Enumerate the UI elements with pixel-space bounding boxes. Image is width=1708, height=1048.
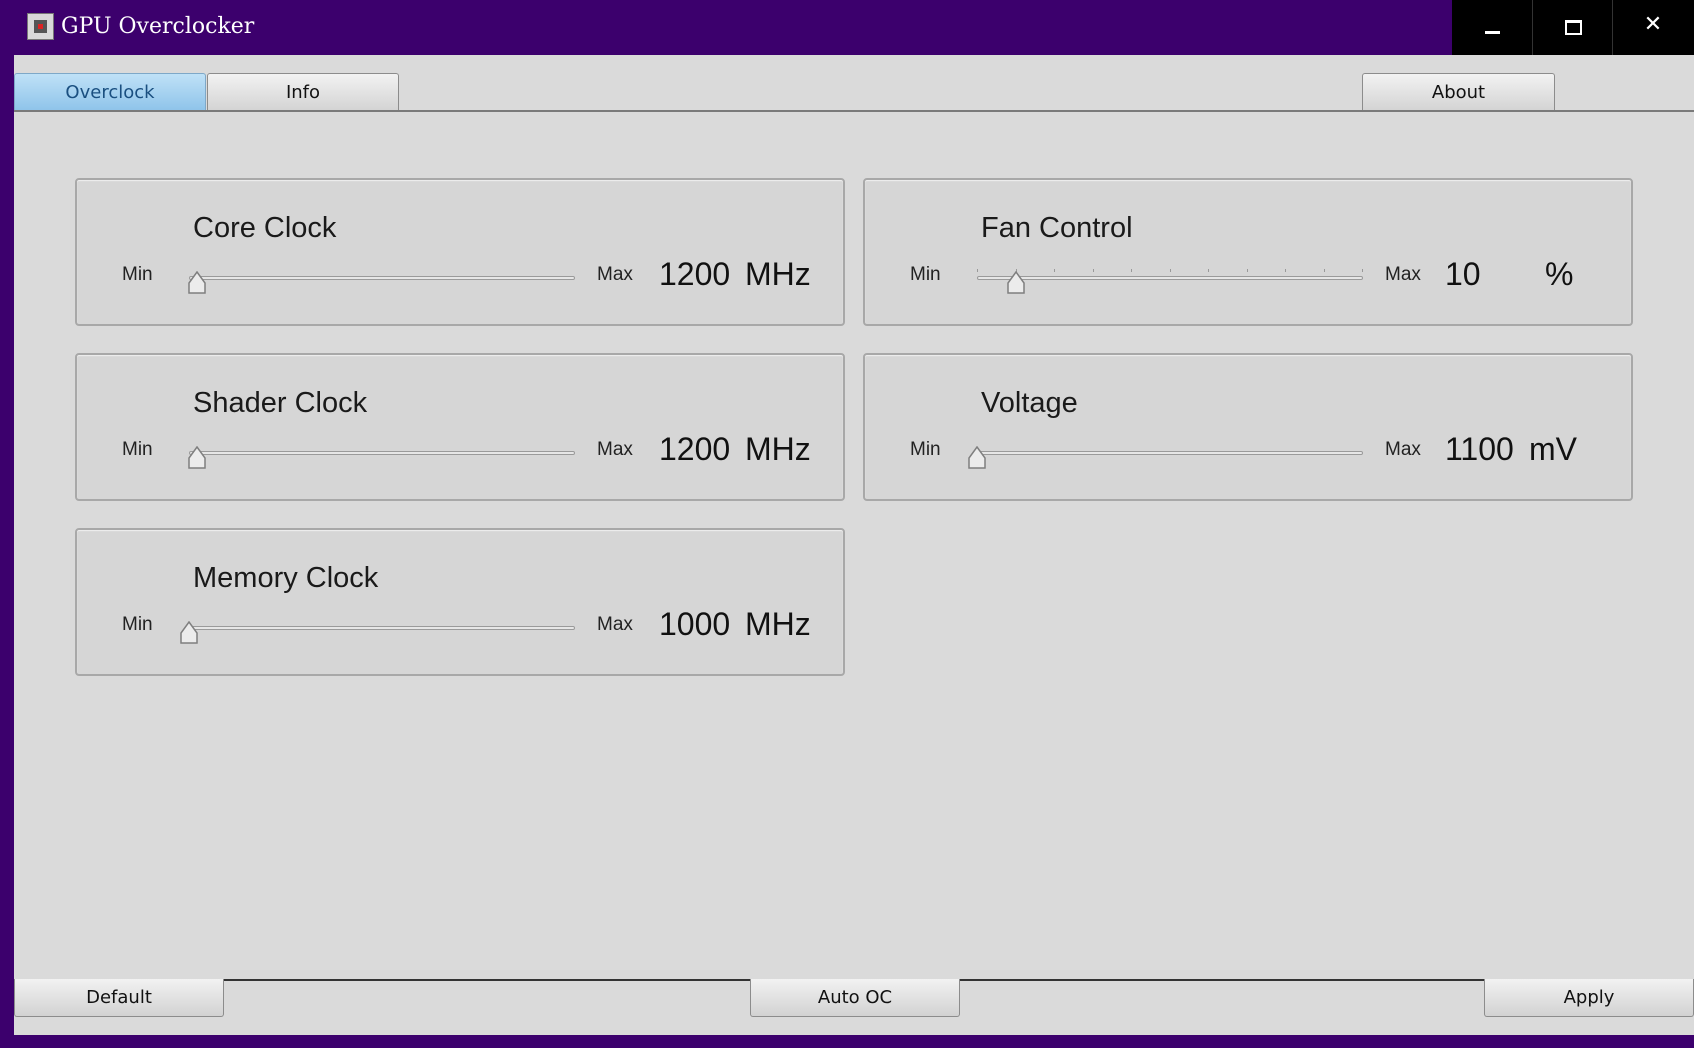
auto-oc-button[interactable]: Auto OC: [750, 979, 960, 1017]
min-label: Min: [910, 264, 941, 285]
window-frame-edge: [1694, 0, 1708, 1048]
slider-track[interactable]: [977, 276, 1363, 280]
minimize-button[interactable]: [1452, 0, 1532, 55]
close-icon: ✕: [1643, 12, 1663, 37]
unit-label: MHz: [745, 256, 811, 292]
slider-ticks: [977, 269, 1363, 273]
title-bar[interactable]: GPU Overclocker ✕: [0, 0, 1708, 55]
panel-voltage: Voltage Min Max 1100 mV: [863, 353, 1633, 501]
value-readout: 1000: [659, 606, 731, 642]
tab-info[interactable]: Info: [207, 73, 399, 110]
value-readout: 1100: [1445, 431, 1514, 467]
unit-label: mV: [1529, 431, 1577, 467]
app-window: GPU Overclocker ✕ Overclock Info About C…: [0, 0, 1708, 1048]
default-button[interactable]: Default: [14, 979, 224, 1017]
unit-label: MHz: [745, 431, 811, 467]
panel-title: Memory Clock: [193, 562, 379, 594]
max-label: Max: [1385, 439, 1421, 460]
panel-title: Core Clock: [193, 212, 337, 244]
min-label: Min: [122, 439, 153, 460]
min-label: Min: [910, 439, 941, 460]
panel-title: Shader Clock: [193, 387, 368, 419]
min-label: Min: [122, 614, 153, 635]
slider-track[interactable]: [977, 451, 1363, 455]
slider-track[interactable]: [189, 626, 575, 630]
panel-title: Voltage: [981, 387, 1078, 419]
tab-overclock[interactable]: Overclock: [14, 73, 206, 110]
close-button[interactable]: ✕: [1612, 0, 1692, 55]
max-label: Max: [1385, 264, 1421, 285]
tab-divider: [14, 110, 1694, 112]
max-label: Max: [597, 264, 633, 285]
minimize-icon: [1485, 31, 1500, 34]
min-label: Min: [122, 264, 153, 285]
slider-thumb[interactable]: [967, 445, 987, 470]
maximize-button[interactable]: [1532, 0, 1612, 55]
slider-thumb[interactable]: [179, 620, 199, 645]
client-area: Overclock Info About Core Clock Min Max …: [14, 55, 1694, 1035]
slider-track[interactable]: [189, 276, 575, 280]
max-label: Max: [597, 614, 633, 635]
window-controls: ✕: [1452, 0, 1694, 55]
slider-thumb[interactable]: [1006, 270, 1026, 295]
unit-label: MHz: [745, 606, 811, 642]
app-icon: [27, 13, 54, 40]
value-readout: 1200: [659, 256, 731, 292]
panel-shader-clock: Shader Clock Min Max 1200 MHz: [75, 353, 845, 501]
max-label: Max: [597, 439, 633, 460]
panel-fan-control: Fan Control Min Max 10 %: [863, 178, 1633, 326]
slider-thumb[interactable]: [187, 445, 207, 470]
window-frame-bottom: [0, 1035, 1708, 1048]
window-frame-left: [0, 55, 14, 1048]
panel-memory-clock: Memory Clock Min Max 1000 MHz: [75, 528, 845, 676]
slider-track[interactable]: [189, 451, 575, 455]
panel-core-clock: Core Clock Min Max 1200 MHz: [75, 178, 845, 326]
value-readout: 1200: [659, 431, 731, 467]
panel-title: Fan Control: [981, 212, 1133, 244]
about-button[interactable]: About: [1362, 73, 1555, 110]
slider-thumb[interactable]: [187, 270, 207, 295]
unit-label: %: [1545, 256, 1574, 292]
window-title: GPU Overclocker: [61, 14, 255, 39]
maximize-icon: [1565, 20, 1582, 35]
value-readout: 10: [1445, 256, 1481, 292]
apply-button[interactable]: Apply: [1484, 979, 1694, 1017]
